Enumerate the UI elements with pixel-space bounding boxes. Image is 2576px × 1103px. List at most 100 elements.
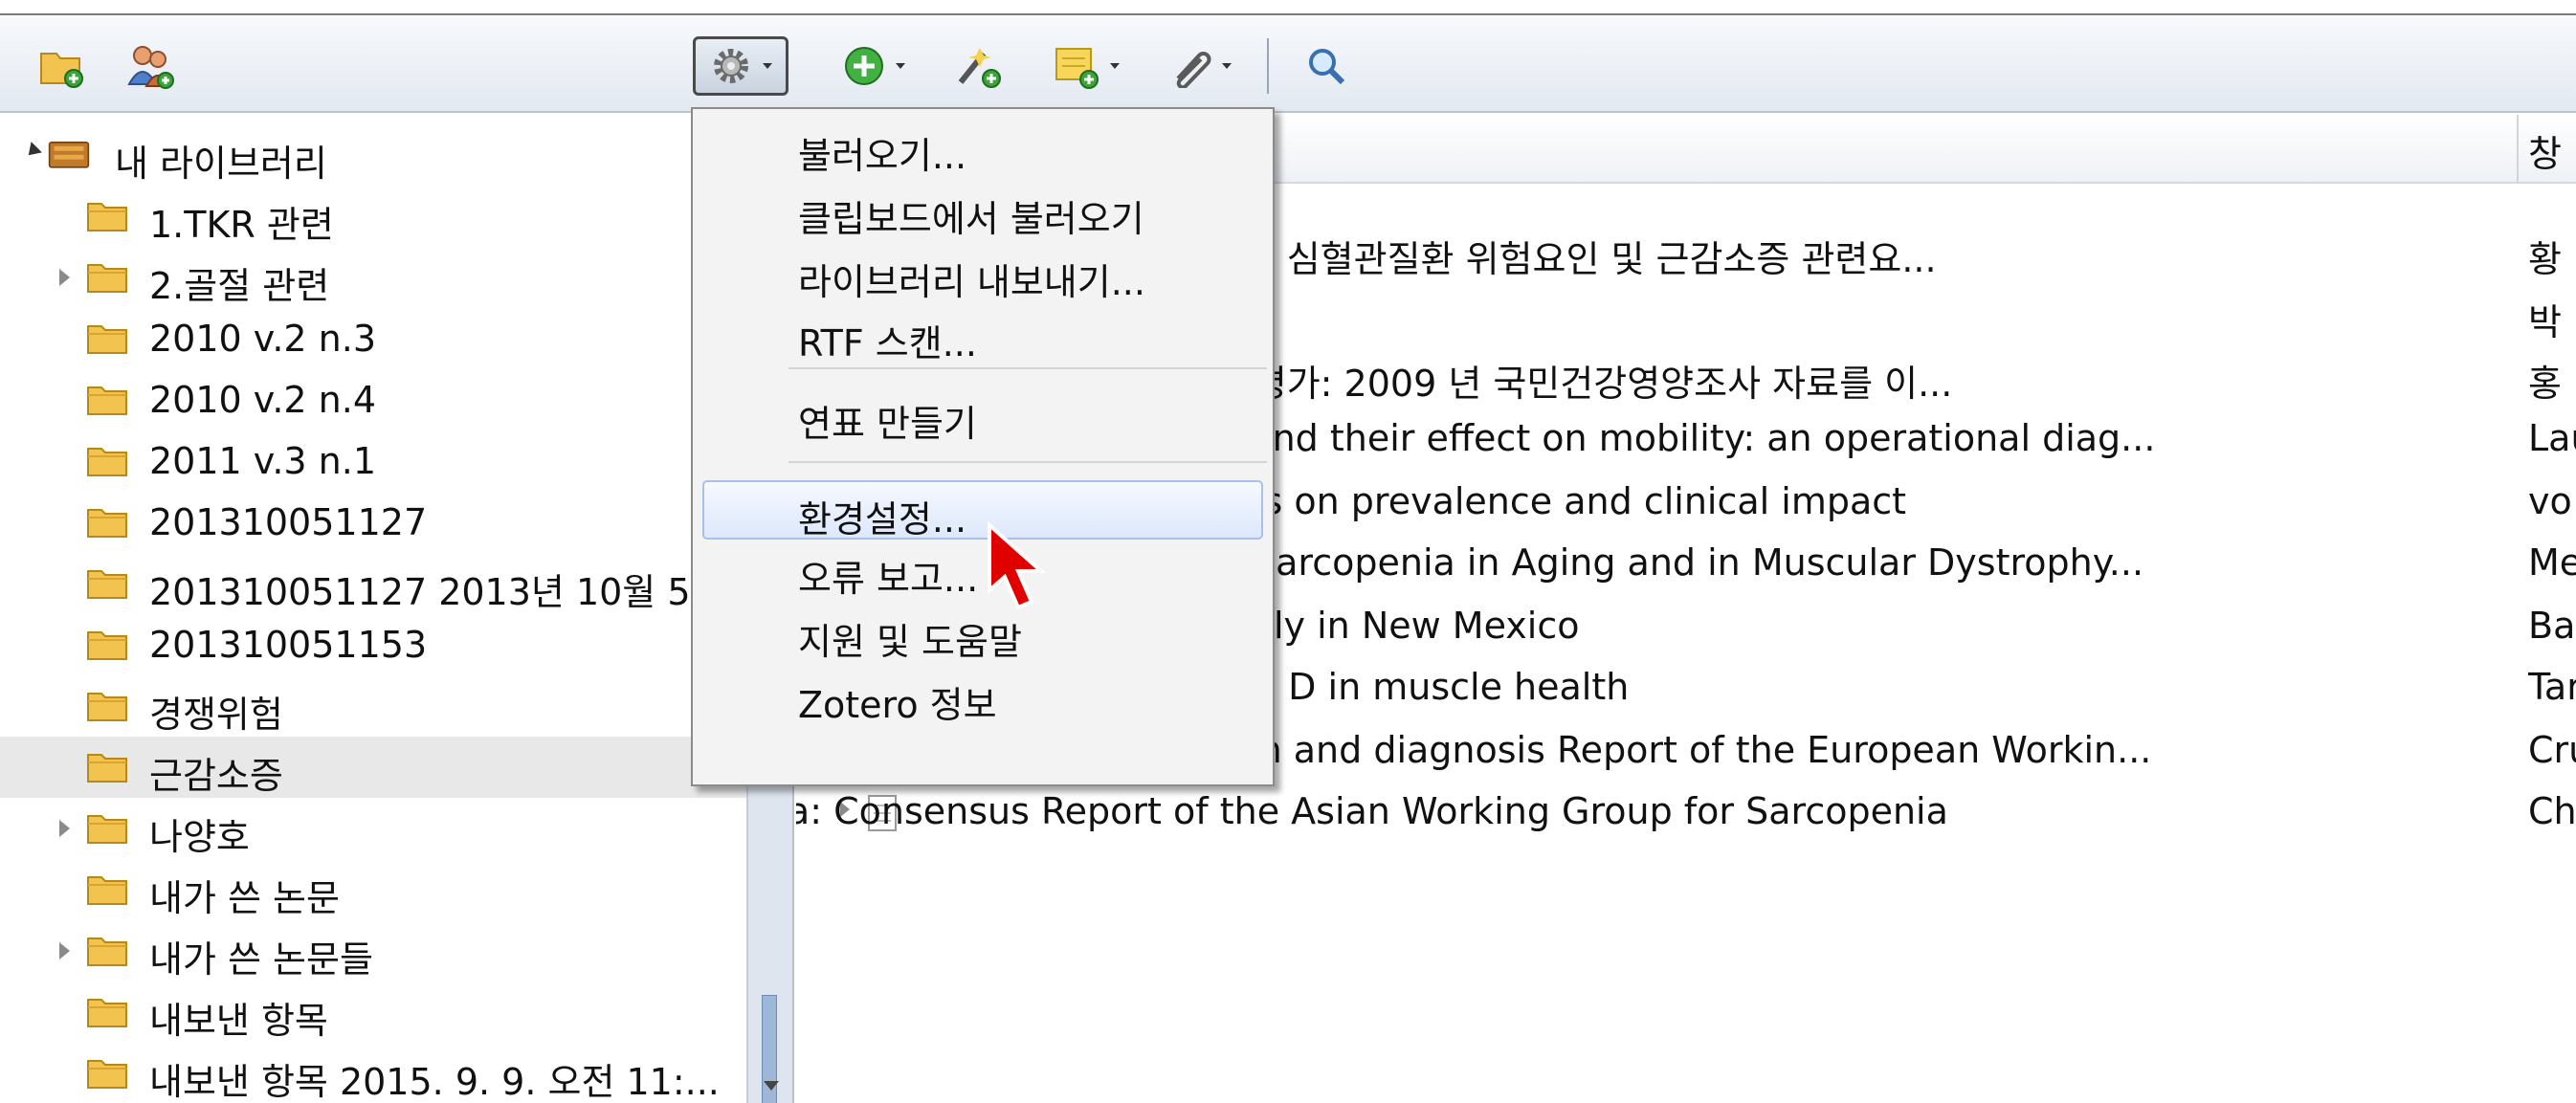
folder-icon — [87, 509, 127, 538]
chevron-down-icon — [1110, 63, 1120, 69]
tree-label: 내보낸 항목 2015. 9. 9. 오전 11:... — [149, 1061, 720, 1103]
tree-row-collection[interactable]: 201310051127 — [0, 492, 746, 553]
item-creator: Lau — [2528, 417, 2576, 459]
tree-label: 근감소증 — [149, 755, 283, 797]
menu-item[interactable]: 환경설정... — [702, 480, 1263, 540]
menu-item[interactable]: 클립보드에서 불러오기 — [693, 182, 1273, 241]
tree-label: 2010 v.2 n.4 — [149, 379, 376, 421]
tree-label: 201310051127 — [149, 501, 428, 543]
menu-item-label: 연표 만들기 — [798, 403, 977, 445]
tree-row-collection[interactable]: 2.골절 관련 — [0, 247, 746, 308]
add-attachment-button[interactable] — [1160, 36, 1240, 96]
menu-item[interactable]: 오류 보고... — [693, 541, 1273, 601]
item-creator: Me — [2528, 541, 2576, 584]
tree-label: 내가 쓴 논문 — [149, 877, 340, 919]
new-item-icon — [845, 47, 883, 85]
tree-row-collection[interactable]: 2010 v.2 n.4 — [0, 369, 746, 430]
tree-label: 2011 v.3 n.1 — [149, 440, 376, 482]
menu-item-label: 불러오기... — [798, 135, 967, 177]
folder-icon — [87, 999, 127, 1027]
menu-item-label: 지원 및 도움말 — [798, 621, 1022, 663]
new-group-button[interactable] — [122, 36, 180, 96]
folder-icon — [87, 1060, 127, 1089]
tree-row-collection[interactable]: 내보낸 항목 2015. 9. 9. 오전 11:... — [0, 1043, 746, 1103]
menu-item[interactable]: Zotero 정보 — [693, 668, 1273, 727]
menu-item[interactable]: 연표 만들기 — [693, 386, 1273, 446]
folder-icon — [87, 325, 127, 354]
tree-row-collection[interactable]: 1.TKR 관련 — [0, 186, 746, 247]
collapse-icon[interactable] — [23, 142, 42, 161]
expand-icon[interactable] — [59, 269, 70, 286]
new-note-button[interactable] — [1045, 36, 1127, 96]
menu-item[interactable]: 불러오기... — [693, 119, 1273, 178]
tree-label: 201310051153 — [149, 624, 428, 666]
creator-column-header[interactable]: 창 — [2528, 124, 2562, 177]
menu-item-label: 라이브러리 내보내기... — [798, 261, 1145, 303]
tree-row-collection[interactable]: 201310051127 2013년 10월 5. — [0, 553, 746, 614]
menu-item[interactable]: RTF 스캔... — [693, 306, 1273, 365]
item-creator: Cru — [2528, 729, 2576, 771]
tree-row-collection[interactable]: 내가 쓴 논문 — [0, 859, 746, 920]
new-group-icon — [127, 46, 174, 89]
folder-icon — [87, 876, 127, 905]
item-row[interactable]: Sarcopenia in Asia: Consensus Report of … — [796, 783, 2576, 844]
tree-label: 내가 쓴 논문들 — [149, 938, 373, 981]
menu-item-label: 오류 보고... — [798, 558, 979, 600]
library-icon — [48, 141, 90, 168]
add-by-identifier-icon — [958, 48, 1001, 88]
tree-row-collection[interactable]: 내보낸 항목 — [0, 982, 746, 1043]
expand-icon[interactable] — [59, 820, 70, 837]
new-item-button[interactable] — [831, 36, 917, 96]
tree-row-my-library[interactable]: 내 라이브러리 — [0, 124, 746, 186]
menu-item-label: 클립보드에서 불러오기 — [798, 198, 1144, 240]
new-collection-icon — [40, 53, 83, 88]
tree-label: 201310051127 2013년 10월 5. — [149, 571, 702, 613]
chevron-down-icon — [896, 63, 905, 69]
actions-dropdown-menu: 불러오기... 클립보드에서 불러오기라이브러리 내보내기... RTF 스캔...… — [691, 107, 1275, 786]
folder-icon — [87, 631, 127, 660]
folder-icon — [87, 754, 127, 783]
tree-row-collection[interactable]: 2010 v.2 n.3 — [0, 308, 746, 369]
expand-icon[interactable] — [59, 942, 70, 960]
actions-menu-button[interactable] — [693, 36, 788, 96]
new-note-icon — [1055, 48, 1099, 89]
tree-row-collection[interactable]: 경쟁위험 — [0, 675, 746, 737]
attachment-icon — [1176, 52, 1211, 88]
chevron-down-icon — [1222, 63, 1232, 69]
column-divider[interactable] — [2517, 115, 2519, 184]
folder-icon — [87, 264, 127, 293]
tree-row-collection[interactable]: 근감소증 — [0, 737, 746, 798]
menu-item[interactable]: 지원 및 도움말 — [693, 605, 1273, 664]
chevron-down-icon[interactable] — [764, 1081, 779, 1091]
tree-label: 내 라이브러리 — [115, 143, 327, 185]
tree-row-collection[interactable]: 내가 쓴 논문들 — [0, 920, 746, 982]
menu-item[interactable]: 라이브러리 내보내기... — [693, 245, 1273, 304]
item-creator: vo — [2528, 480, 2572, 522]
menu-item-label: 환경설정... — [798, 498, 967, 540]
new-collection-button[interactable] — [33, 36, 90, 96]
folder-icon — [87, 386, 127, 415]
item-creator: 황 — [2528, 238, 2562, 280]
folder-icon — [87, 815, 127, 844]
item-creator: Ch — [2528, 790, 2576, 832]
tree-row-collection[interactable]: 201310051153 — [0, 614, 746, 675]
folder-icon — [87, 203, 127, 232]
item-creator: 홍 — [2528, 363, 2562, 405]
tree-label: 나양호 — [149, 816, 250, 858]
item-creator: Ba — [2528, 605, 2576, 647]
tree-row-collection[interactable]: 2011 v.3 n.1 — [0, 430, 746, 492]
item-title: Sarcopenia in Asia: Consensus Report of … — [796, 790, 1948, 832]
main-toolbar — [0, 17, 2576, 113]
add-by-identifier-button[interactable] — [945, 36, 1012, 96]
tree-label: 내보낸 항목 — [149, 1000, 328, 1042]
toolbar-separator — [1267, 38, 1269, 94]
folder-icon — [87, 448, 127, 476]
menu-separator — [788, 461, 1267, 463]
tree-row-collection[interactable]: 나양호 — [0, 798, 746, 859]
search-button[interactable] — [1298, 36, 1355, 96]
search-icon — [1309, 49, 1345, 85]
window-top-edge — [0, 0, 2576, 15]
collections-pane: 내 라이브러리 1.TKR 관련 2.골절 관련 2010 v.2 n.3 2010 v… — [0, 115, 746, 1103]
menu-item-label: Zotero 정보 — [798, 684, 997, 726]
menu-item-label: RTF 스캔... — [798, 322, 977, 364]
